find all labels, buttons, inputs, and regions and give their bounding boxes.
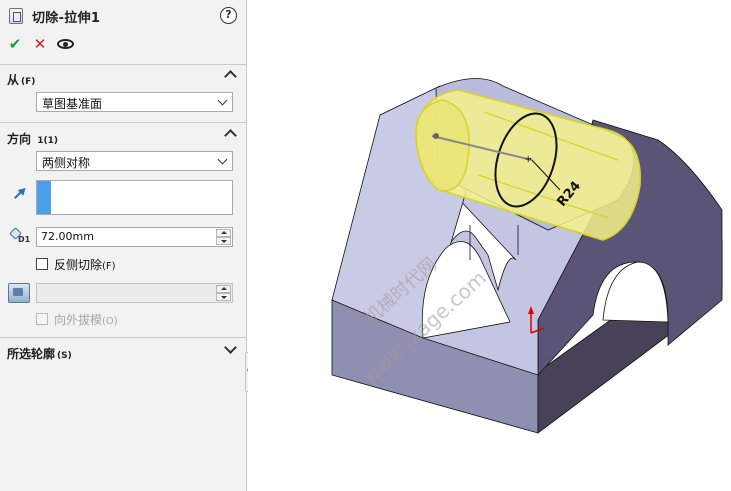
- draft-outward-text: 向外拔模: [54, 313, 103, 327]
- selected-contours-section-header[interactable]: 所选轮廓 (S): [0, 341, 246, 362]
- chevron-down-icon: [217, 95, 228, 106]
- depth-d1-icon: D1: [9, 227, 31, 247]
- from-section-title: 从 (F): [7, 71, 35, 88]
- active-selection-bar: [37, 181, 51, 214]
- draft-stepper[interactable]: [216, 285, 231, 301]
- direction-title-text: 方向: [7, 132, 32, 146]
- eye-icon: [57, 39, 74, 49]
- end-condition-select[interactable]: 两侧对称: [36, 151, 233, 171]
- divider: [0, 122, 246, 123]
- close-icon: ✕: [33, 35, 47, 53]
- property-manager-panel: 切除-拉伸1 ? ✔ ✕ 从 (F) 草图基准面 方向 1(1) 两侧对称 D1…: [0, 0, 247, 491]
- preview-button[interactable]: [55, 34, 75, 54]
- chevron-up-icon[interactable]: [224, 70, 237, 83]
- axis-origin-marker: [433, 133, 439, 139]
- from-select-value: 草图基准面: [42, 97, 103, 111]
- stepper-up-button[interactable]: [216, 285, 231, 293]
- reverse-direction-arrow-icon[interactable]: [9, 184, 31, 204]
- depth-value: 72.00mm: [41, 230, 94, 243]
- feature-title-bar: 切除-拉伸1 ?: [0, 0, 246, 32]
- checkmark-icon: ✔: [8, 35, 22, 53]
- center-plus-icon: +: [524, 154, 532, 165]
- flip-side-to-cut-checkbox[interactable]: 反侧切除(F): [36, 256, 176, 272]
- d1-label: D1: [18, 235, 31, 244]
- from-start-condition-select[interactable]: 草图基准面: [36, 92, 233, 112]
- extruded-cut-icon: [9, 8, 23, 24]
- selected-contours-title: 所选轮廓 (S): [7, 345, 72, 362]
- depth-input[interactable]: 72.00mm: [36, 227, 233, 247]
- draft-angle-input[interactable]: [36, 283, 233, 303]
- contours-title-text: 所选轮廓: [7, 347, 56, 361]
- end-condition-value: 两侧对称: [42, 156, 91, 170]
- flip-side-label: 反侧切除(F): [54, 256, 116, 273]
- from-hotkey: (F): [21, 77, 36, 87]
- divider: [0, 337, 246, 338]
- stepper-down-button[interactable]: [216, 293, 231, 301]
- divider: [0, 64, 246, 65]
- direction-section-header[interactable]: 方向 1(1): [0, 127, 246, 147]
- from-section-header[interactable]: 从 (F): [0, 68, 246, 88]
- flip-side-text: 反侧切除: [54, 258, 103, 272]
- direction-number: 1(1): [37, 136, 58, 146]
- help-button[interactable]: ?: [220, 7, 237, 24]
- chevron-down-icon[interactable]: [224, 341, 237, 354]
- depth-stepper[interactable]: [216, 229, 231, 245]
- ok-button[interactable]: ✔: [5, 34, 25, 54]
- model-view-svg[interactable]: R24 + 机械时代网 www.jxage.com: [248, 0, 731, 491]
- draft-outward-checkbox[interactable]: 向外拔模(O): [36, 311, 176, 327]
- checkbox-box[interactable]: [36, 313, 48, 325]
- direction-section-title: 方向 1(1): [7, 130, 58, 147]
- feature-title: 切除-拉伸1: [32, 11, 101, 26]
- contours-hotkey: (S): [57, 351, 72, 361]
- cancel-button[interactable]: ✕: [30, 34, 50, 54]
- draft-outward-hotkey: (O): [102, 316, 118, 327]
- draft-outward-label: 向外拔模(O): [54, 311, 118, 328]
- stepper-up-button[interactable]: [216, 229, 231, 237]
- from-title-text: 从: [7, 73, 20, 87]
- chevron-up-icon[interactable]: [224, 129, 237, 142]
- draft-icon[interactable]: [8, 283, 30, 303]
- action-bar: ✔ ✕: [0, 32, 246, 56]
- chevron-down-icon: [217, 154, 228, 165]
- direction-reference-selection-box[interactable]: [36, 180, 233, 215]
- graphics-viewport[interactable]: R24 + 机械时代网 www.jxage.com: [248, 0, 731, 491]
- stepper-down-button[interactable]: [216, 237, 231, 245]
- checkbox-box[interactable]: [36, 258, 48, 270]
- flip-side-hotkey: (F): [102, 261, 116, 272]
